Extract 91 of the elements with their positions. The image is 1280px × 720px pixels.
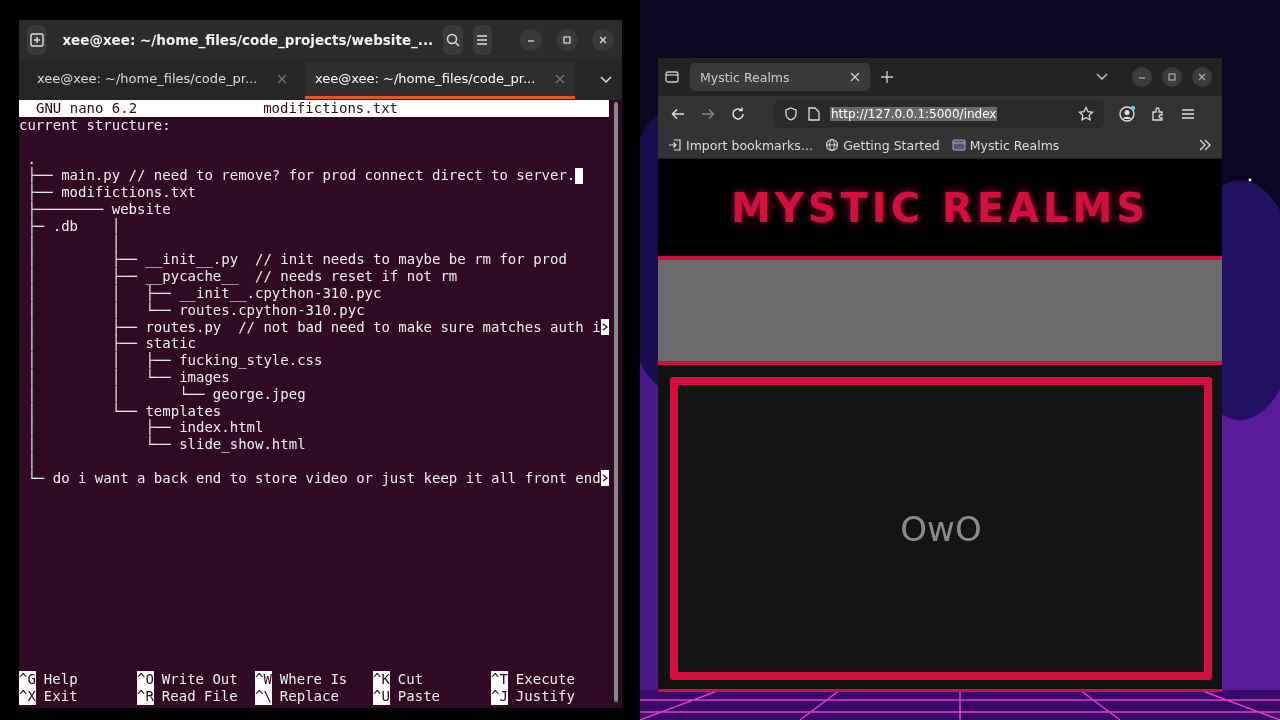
bookmark-label: Getting Started [843,137,940,153]
text-line: │ ├── static [26,335,196,352]
search-icon [444,32,461,48]
text-line: current structure: [19,117,171,134]
shortcut-key: ^R [137,688,154,705]
close-button[interactable] [592,29,614,51]
plus-icon[interactable] [880,70,894,84]
shortcut-key: ^X [19,688,36,705]
text-line: │ ├── index.html [26,419,264,436]
editor-version: GNU nano 6.2 [36,100,138,117]
text-line: │ └── slide_show.html [26,436,306,453]
reload-icon[interactable] [730,106,746,122]
scrollbar[interactable] [614,102,618,702]
shield-icon[interactable] [784,107,798,121]
close-icon[interactable] [277,73,287,84]
close-icon [1197,72,1207,82]
shortcut-label: Paste [397,688,440,705]
maximize-icon [1167,72,1177,82]
close-icon[interactable] [555,73,565,84]
browser-tab[interactable]: Mystic Realms [690,63,870,91]
card-text: OwO [900,508,982,549]
text-line: │ │ └── george.jpeg [26,385,306,403]
shortcut-label: Write Out [161,671,238,688]
shortcut-label: Where Is [279,671,348,688]
plus-square-icon [28,32,45,48]
text-line: ├─ .db │ [26,217,121,235]
bookmark-label: Mystic Realms [969,137,1060,153]
text-line: │ │ └── images [26,368,230,386]
text-line: │ ├── routes.py // not bad need to make sure matches auth i [26,318,601,336]
close-icon [598,35,608,45]
menu-button[interactable] [472,25,492,55]
close-icon[interactable] [850,72,860,82]
globe-icon [825,138,840,152]
text-line: │ └── templates [26,402,222,420]
text-line: └─ do i want a back end to store video or just keep it all front end [26,469,601,487]
text-line: │ │ ├── fucking_style.css [26,352,323,369]
address-bar[interactable]: http://127.0.0.1:5000/index [774,100,1104,128]
text-line: . [26,150,36,167]
shortcut-label: Execute [515,671,575,688]
search-button[interactable] [443,25,463,55]
text-line: │ │ ├── __init__.cpython-310.pyc [26,284,382,302]
back-icon[interactable] [670,106,686,122]
star-icon[interactable] [1078,106,1094,122]
maximize-icon [562,35,572,45]
chevron-down-icon[interactable] [1096,73,1108,81]
shortcut-label: Cut [397,671,424,688]
import-icon [668,138,682,152]
text-line: │ ├── __init__.py // init needs to maybe be rm for prod [26,251,567,268]
site-title: MYSTIC REALMS [730,184,1150,231]
shortcut-label: Read File [161,688,238,705]
url-text: http://127.0.0.1:5000/index [830,107,998,121]
close-button[interactable] [1192,67,1212,87]
text-line: │ [26,452,36,470]
shortcut-label: Justify [515,688,575,705]
chevron-right-icon[interactable] [1198,139,1212,151]
maximize-button[interactable] [556,29,578,51]
shortcut-key: ^G [19,671,36,688]
window-title: xee@xee: ~/home_files/code_projects/website_... [62,32,434,48]
shortcut-key: ^U [373,688,390,705]
bookmark[interactable]: Getting Started [825,137,940,153]
text-line: │ ├── __pycache__ // needs reset if not rm [26,268,458,285]
menu-icon[interactable] [1180,106,1196,122]
text-line: ├── modifictions.txt [26,184,196,201]
maximize-button[interactable] [1162,67,1182,87]
page-icon [808,107,820,121]
file-name: modifictions.txt [263,100,398,117]
text-line: ├──────── website [26,201,171,218]
extensions-icon[interactable] [1150,106,1166,122]
terminal-tab[interactable]: xee@xee: ~/home_files/code_pr... [27,61,297,99]
shortcut-label: Replace [279,688,339,705]
shortcut-label: Help [43,671,78,688]
terminal-tab[interactable]: xee@xee: ~/home_files/code_pr... [305,61,575,99]
account-icon[interactable] [1118,105,1136,123]
forward-icon[interactable] [700,106,716,122]
text-line: ├── main.py // need to remove? for prod connect direct to server. [26,167,576,184]
shortcut-key: ^W [255,671,272,688]
shortcut-key: ^J [491,688,508,705]
shortcut-label: Exit [43,688,78,705]
sidebar-icon[interactable] [664,69,680,85]
shortcut-key: ^\ [255,688,272,705]
window-icon [951,138,966,152]
text-line: │ │ └── routes.cpython-310.pyc [26,301,365,319]
new-tab-button[interactable] [27,25,47,55]
text-line: │ │ [26,234,121,252]
shortcut-key: ^T [491,671,508,688]
minimize-button[interactable] [1132,67,1152,87]
shortcut-key: ^O [137,671,154,688]
shortcut-key: ^K [373,671,390,688]
minimize-button[interactable] [520,29,542,51]
bookmark[interactable]: Mystic Realms [951,137,1060,153]
chevron-down-icon[interactable] [600,76,612,84]
